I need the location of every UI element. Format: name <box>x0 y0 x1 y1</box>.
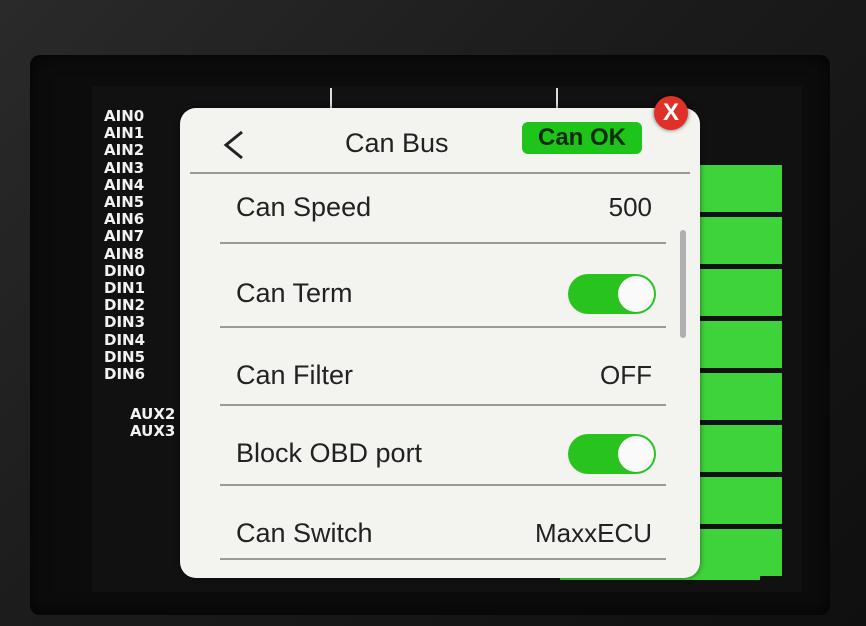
channel-bar <box>690 214 782 264</box>
divider <box>220 326 666 328</box>
divider <box>190 172 690 174</box>
divider <box>220 242 666 244</box>
channel-bar <box>690 318 782 368</box>
channel-label: AIN8 <box>104 244 145 263</box>
channel-label: AUX3 <box>130 422 176 441</box>
channel-label: AIN0 <box>104 107 145 125</box>
channel-bar <box>690 422 782 472</box>
channel-label: DIN0 <box>104 261 146 280</box>
setting-label: Can Filter <box>236 360 354 390</box>
setting-value: OFF <box>600 360 652 390</box>
setting-value: MaxxECU <box>534 518 652 548</box>
scrollbar[interactable] <box>680 230 686 338</box>
divider <box>220 404 666 406</box>
dialog-header: Can Bus Can OK X <box>180 96 700 174</box>
setting-value: 500 <box>608 192 652 222</box>
channel-label: DIN3 <box>104 313 146 332</box>
setting-row-can-switch[interactable]: Can Switch MaxxECU <box>180 506 700 564</box>
channel-list: AIN0 AIN1 AIN2 AIN3 AIN4 AIN5 AIN6 AIN7 … <box>98 107 178 441</box>
channel-bar <box>690 162 782 212</box>
channel-bar <box>690 266 782 316</box>
channel-label: DIN6 <box>104 365 146 384</box>
setting-label: Block OBD port <box>236 438 423 468</box>
channel-label: AIN1 <box>104 124 145 143</box>
divider <box>220 484 666 486</box>
setting-label: Can Term <box>236 278 353 308</box>
divider <box>220 558 666 560</box>
channel-label: DIN2 <box>104 296 146 315</box>
channel-label: AIN4 <box>104 175 145 194</box>
block-obd-port-toggle[interactable] <box>568 434 656 474</box>
status-badge: Can OK <box>522 122 642 154</box>
channel-label: AIN6 <box>104 210 145 229</box>
can-bus-dialog: Can Bus Can OK X Can Speed 500 Can Term … <box>180 96 700 578</box>
setting-row-block-obd-port[interactable]: Block OBD port <box>180 426 700 484</box>
channel-label: AIN5 <box>104 193 145 212</box>
dialog-title: Can Bus <box>345 128 449 158</box>
background-tick-lines <box>330 88 560 108</box>
channel-label: DIN4 <box>104 330 146 349</box>
setting-row-can-term[interactable]: Can Term <box>180 266 700 324</box>
channel-bar <box>690 370 782 420</box>
channel-bar <box>690 474 782 524</box>
setting-label: Can Speed <box>236 192 372 222</box>
background-channel-bars <box>690 162 782 582</box>
channel-label: DIN1 <box>104 279 146 298</box>
can-term-toggle[interactable] <box>568 274 656 314</box>
channel-label: AIN2 <box>104 141 145 160</box>
channel-label: AUX2 <box>130 405 176 424</box>
channel-label: AIN3 <box>104 158 145 177</box>
toggle-knob <box>618 436 654 472</box>
setting-row-can-filter[interactable]: Can Filter OFF <box>180 348 700 406</box>
setting-label: Can Switch <box>236 518 373 548</box>
chevron-left-icon[interactable] <box>220 130 248 160</box>
channel-label: DIN5 <box>104 347 146 366</box>
toggle-knob <box>618 276 654 312</box>
setting-row-can-speed[interactable]: Can Speed 500 <box>180 180 700 238</box>
close-button[interactable]: X <box>654 96 688 130</box>
channel-label: AIN7 <box>104 227 145 246</box>
